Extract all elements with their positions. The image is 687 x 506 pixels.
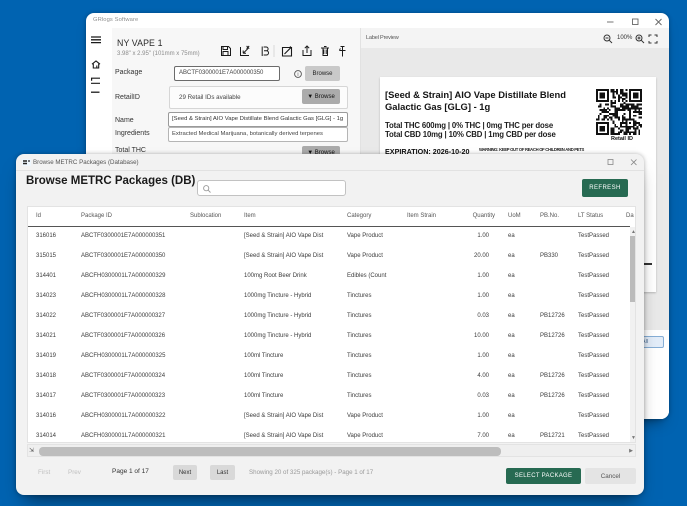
svg-text:i: i (297, 72, 298, 78)
